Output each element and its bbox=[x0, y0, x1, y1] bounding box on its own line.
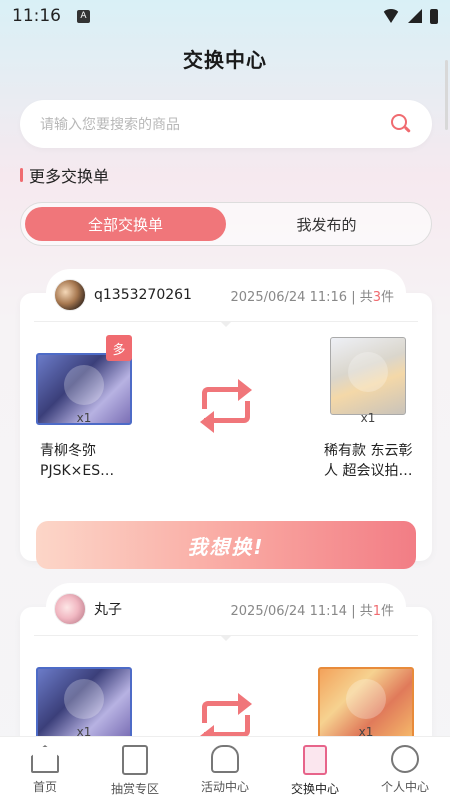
signal-icon bbox=[408, 9, 422, 23]
bottom-navigation: 首页 抽赏专区 活动中心 交换中心 个人中心 bbox=[0, 736, 450, 800]
tab-all-orders[interactable]: 全部交换单 bbox=[25, 207, 226, 241]
section-title: 更多交换单 bbox=[20, 164, 109, 186]
activity-icon bbox=[211, 745, 239, 773]
profile-icon bbox=[391, 745, 419, 773]
want-item-qty: x1 bbox=[360, 411, 376, 425]
offer-item-qty: x1 bbox=[76, 411, 92, 425]
nav-draw-zone[interactable]: 抽赏专区 bbox=[90, 737, 180, 800]
want-item-name[interactable]: 稀有款 东云彰人 超会议拍… bbox=[324, 441, 420, 481]
section-title-text: 更多交换单 bbox=[29, 167, 110, 186]
nav-label: 交换中心 bbox=[290, 782, 339, 796]
nav-home[interactable]: 首页 bbox=[0, 737, 90, 800]
page-title: 交换中心 bbox=[183, 48, 267, 72]
card-count-prefix: | 共 bbox=[351, 603, 373, 619]
tab-switcher: 全部交换单 我发布的 bbox=[20, 202, 432, 246]
nav-profile[interactable]: 个人中心 bbox=[360, 737, 450, 800]
card-header: q1353270261 2025/06/24 11:16 | 共3件 bbox=[54, 279, 394, 311]
nav-label: 活动中心 bbox=[200, 780, 249, 794]
want-item-image[interactable] bbox=[330, 337, 406, 415]
search-icon[interactable] bbox=[390, 113, 412, 135]
status-bar: 11:16 A bbox=[0, 0, 450, 32]
card-meta: 2025/06/24 11:14 | 共1件 bbox=[231, 600, 394, 619]
card-meta: 2025/06/24 11:16 | 共3件 bbox=[231, 286, 394, 305]
exchange-card[interactable]: q1353270261 2025/06/24 11:16 | 共3件 多 x1 … bbox=[20, 269, 432, 569]
card-divider-notch bbox=[220, 635, 232, 641]
avatar[interactable] bbox=[54, 593, 86, 625]
avatar[interactable] bbox=[54, 279, 86, 311]
card-count-suffix: 件 bbox=[380, 289, 394, 305]
swap-icon bbox=[198, 377, 254, 433]
card-datetime: 2025/06/24 11:14 bbox=[230, 603, 348, 619]
battery-icon bbox=[430, 8, 438, 24]
card-datetime: 2025/06/24 11:16 bbox=[230, 289, 348, 305]
section-title-bar bbox=[20, 168, 23, 182]
nav-label: 首页 bbox=[32, 780, 57, 794]
tab-my-posted[interactable]: 我发布的 bbox=[226, 207, 427, 241]
want-to-exchange-button[interactable]: 我想换! bbox=[36, 521, 416, 569]
exchange-icon bbox=[303, 745, 327, 775]
notification-a-icon: A bbox=[77, 9, 90, 23]
status-time: 11:16 bbox=[12, 6, 61, 26]
status-icons bbox=[382, 8, 438, 24]
nav-exchange-center[interactable]: 交换中心 bbox=[270, 737, 360, 800]
username: q1353270261 bbox=[94, 287, 192, 303]
card-count: 3 bbox=[372, 289, 381, 305]
username: 丸子 bbox=[94, 602, 122, 618]
offer-item-name[interactable]: 青柳冬弥 PJSK×ES… bbox=[40, 441, 136, 481]
search-bar[interactable]: 请输入您要搜索的商品 bbox=[20, 100, 432, 148]
nav-label: 个人中心 bbox=[380, 780, 429, 794]
card-count-prefix: | 共 bbox=[351, 289, 373, 305]
nav-label: 抽赏专区 bbox=[110, 782, 159, 796]
nav-activity-center[interactable]: 活动中心 bbox=[180, 737, 270, 800]
home-icon bbox=[31, 745, 59, 773]
wifi-icon bbox=[382, 9, 400, 23]
card-count-suffix: 件 bbox=[380, 603, 394, 619]
card-header: 丸子 2025/06/24 11:14 | 共1件 bbox=[54, 593, 394, 625]
card-count: 1 bbox=[372, 603, 381, 619]
card-divider-notch bbox=[220, 321, 232, 327]
multi-badge: 多 bbox=[106, 335, 132, 361]
draw-icon bbox=[122, 745, 148, 775]
search-input[interactable]: 请输入您要搜索的商品 bbox=[40, 114, 390, 134]
